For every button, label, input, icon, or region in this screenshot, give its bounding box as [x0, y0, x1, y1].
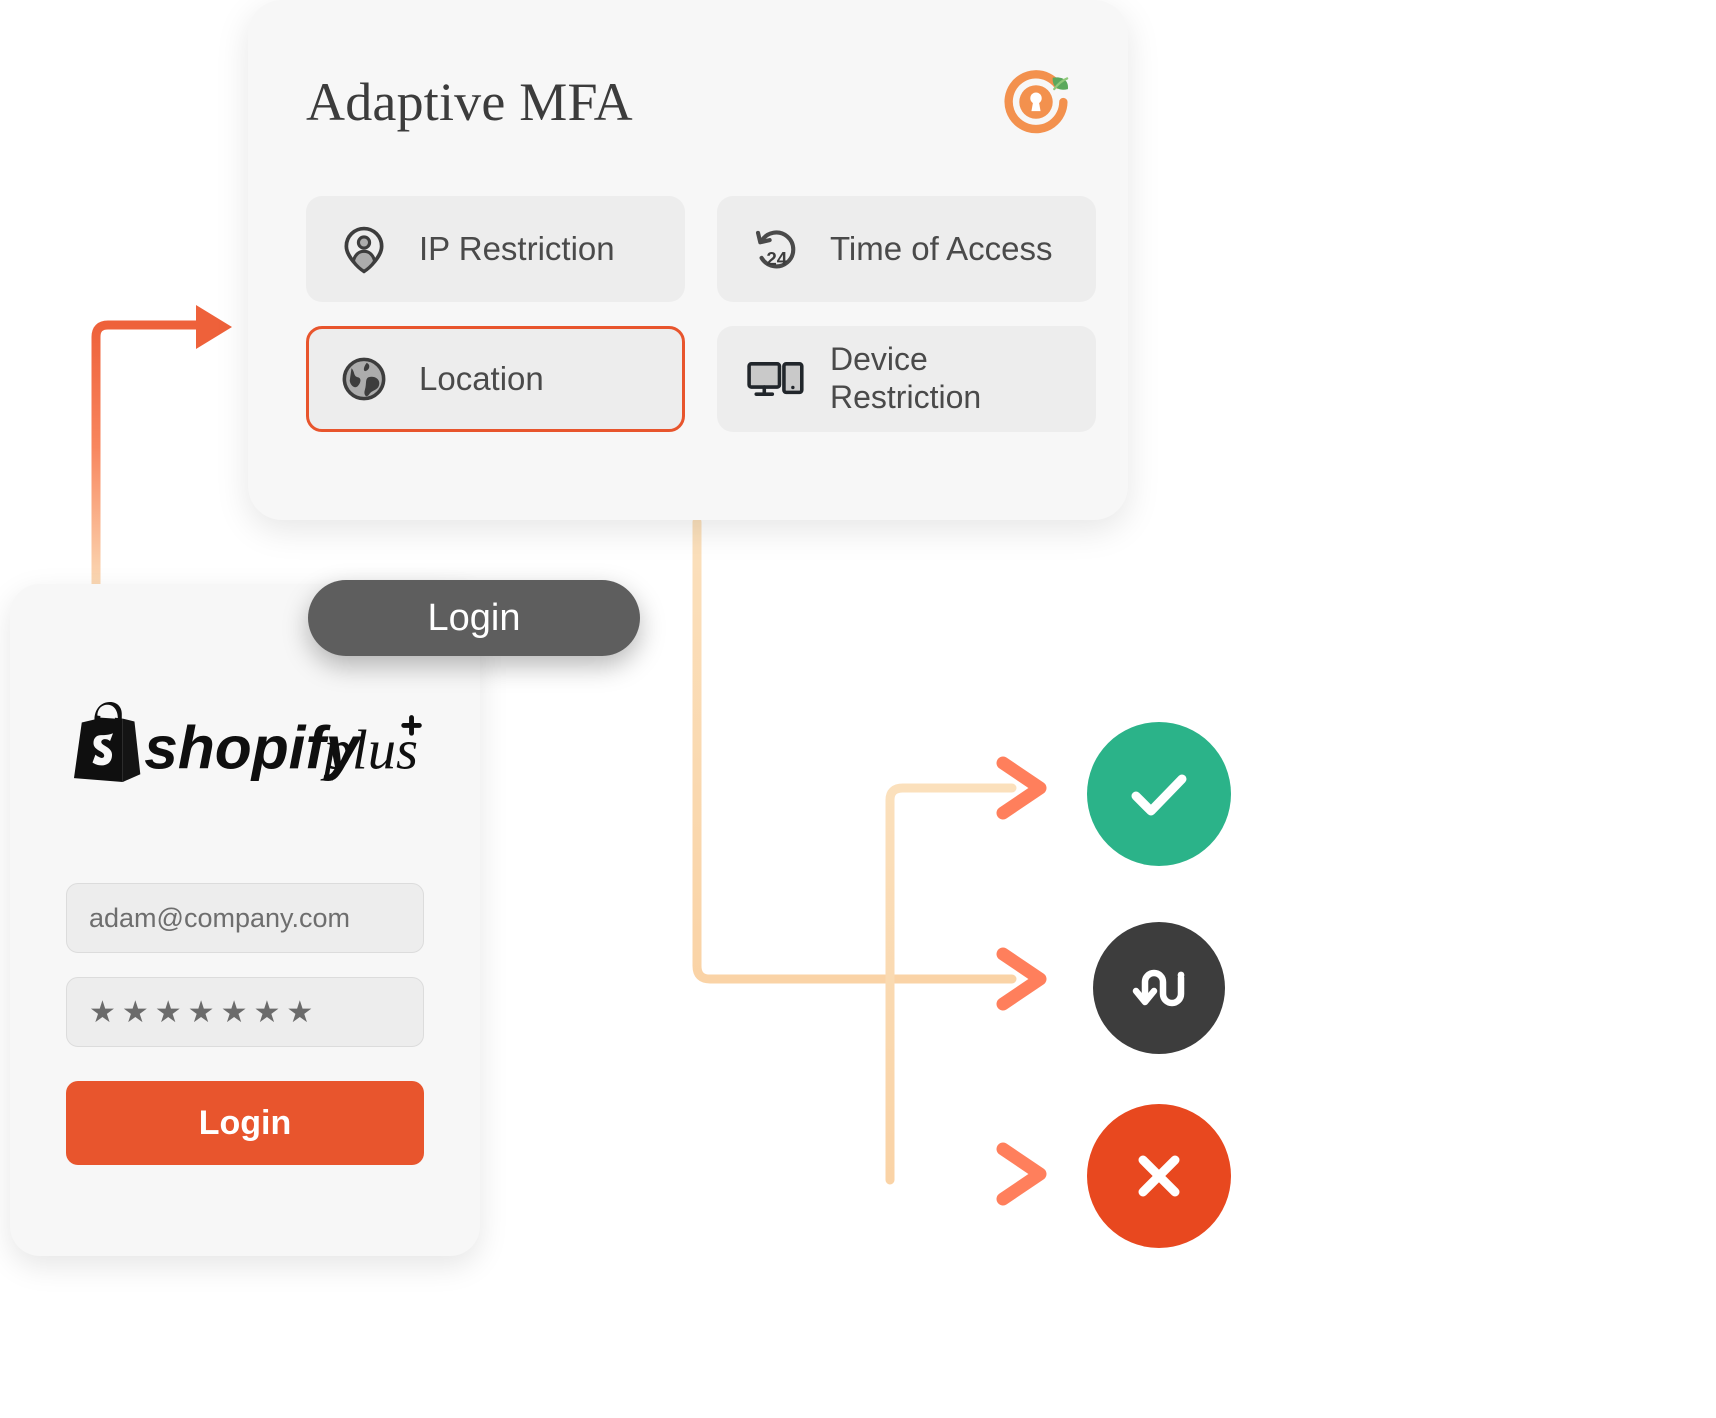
password-field-value: ★★★★★★★ — [89, 995, 320, 1029]
close-x-icon — [1138, 1155, 1180, 1197]
arrowhead-allow — [996, 756, 1047, 820]
login-tooltip-label: Login — [427, 596, 521, 639]
diagram-stage: Adaptive MFA IP Restriction 24 Time of A… — [0, 0, 1716, 1418]
mfa-options-grid: IP Restriction 24 Time of Access Locatio… — [306, 196, 1096, 432]
check-icon — [1131, 774, 1187, 816]
mfa-option-time-of-access[interactable]: 24 Time of Access — [717, 196, 1096, 302]
password-field[interactable]: ★★★★★★★ — [66, 977, 424, 1047]
wire-mfa-to-outcomes — [692, 517, 1017, 984]
login-tooltip-pill[interactable]: Login — [308, 580, 640, 656]
outcome-allow-disc — [1087, 722, 1231, 866]
svg-text:24: 24 — [766, 248, 787, 269]
arrowhead-redirect — [996, 947, 1047, 1011]
arrowhead-to-mfa — [196, 305, 232, 349]
clock-24-rotate-icon: 24 — [746, 220, 804, 278]
outcome-redirect-disc — [1093, 922, 1225, 1054]
wire-branch-spine — [885, 783, 1017, 1185]
arrowhead-deny — [996, 1142, 1047, 1206]
mfa-option-label: Time of Access — [830, 229, 1053, 267]
outcome-deny[interactable] — [1087, 1104, 1231, 1248]
outcome-allow[interactable] — [1087, 722, 1231, 866]
outcome-deny-disc — [1087, 1104, 1231, 1248]
redirect-arrow-icon — [1132, 969, 1185, 1007]
mfa-option-location[interactable]: Location — [306, 326, 685, 432]
lock-circle-leaf-logo — [1004, 70, 1069, 134]
mfa-option-label: Device Restriction — [830, 341, 982, 415]
wire-login-to-mfa — [91, 320, 205, 601]
mfa-option-device-restriction[interactable]: Device Restriction — [717, 326, 1096, 432]
page-title: Adaptive MFA — [306, 72, 633, 132]
mfa-option-label: IP Restriction — [419, 229, 615, 267]
outcome-redirect[interactable] — [1093, 922, 1225, 1054]
adaptive-mfa-card: Adaptive MFA IP Restriction 24 Time of A… — [248, 0, 1128, 520]
svg-text:plus: plus — [320, 719, 418, 781]
shopify-plus-logo: shopify plus — [73, 702, 422, 782]
shopify-bag-icon — [73, 702, 141, 782]
shopify-login-card: shopify plus adam@company.com ★★★★★★★ Lo… — [10, 584, 480, 1256]
mfa-option-label: Location — [419, 359, 544, 397]
mfa-option-ip-restriction[interactable]: IP Restriction — [306, 196, 685, 302]
email-field-value: adam@company.com — [89, 902, 351, 933]
mfa-card-header: Adaptive MFA — [306, 56, 1074, 148]
email-field[interactable]: adam@company.com — [66, 883, 424, 953]
monitor-tablet-icon — [746, 350, 804, 408]
map-pin-person-icon — [335, 220, 393, 278]
globe-icon — [335, 350, 393, 408]
login-submit-button[interactable]: Login — [66, 1081, 424, 1165]
